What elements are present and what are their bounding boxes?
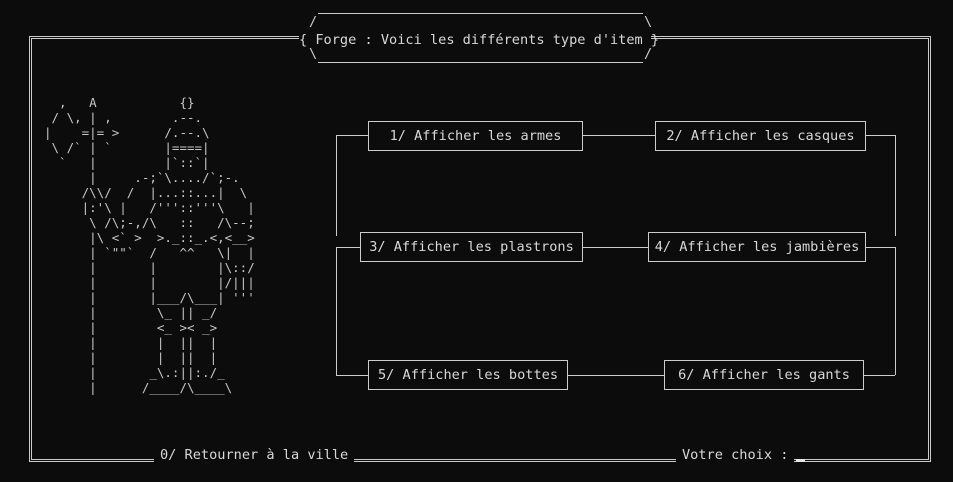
- connector: [336, 135, 368, 136]
- choice-prompt: Votre choix :: [676, 446, 795, 464]
- connector: [336, 135, 337, 236]
- connector: [583, 247, 648, 248]
- connector: [568, 375, 664, 376]
- connector: [864, 375, 895, 376]
- connector: [866, 247, 895, 248]
- title-slash-bottom-left: \: [309, 46, 318, 62]
- connector: [336, 375, 368, 376]
- page-title: { Forge : Voici les différents type d'it…: [299, 29, 659, 51]
- title-slash-bottom-right: /: [644, 46, 653, 62]
- menu-item-leggings[interactable]: 4/ Afficher les jambières: [648, 232, 866, 262]
- connector: [336, 247, 337, 375]
- connector: [895, 135, 896, 236]
- title-slash-top-right: \: [644, 14, 653, 30]
- title-bottom-rule: [318, 62, 643, 63]
- menu-item-boots[interactable]: 5/ Afficher les bottes: [368, 360, 568, 390]
- connector: [895, 247, 896, 375]
- text-cursor[interactable]: [796, 459, 805, 462]
- menu-item-gloves[interactable]: 6/ Afficher les gants: [664, 360, 864, 390]
- menu-item-chestplates[interactable]: 3/ Afficher les plastrons: [360, 232, 583, 262]
- title-top-rule: [318, 13, 643, 14]
- back-to-town-option[interactable]: 0/ Retourner à la ville: [154, 446, 355, 464]
- connector: [866, 135, 895, 136]
- menu-item-weapons[interactable]: 1/ Afficher les armes: [368, 121, 583, 151]
- knight-ascii-art: , A {} / \, | , .--. | =|= > /.--.\ \ /`…: [44, 95, 255, 395]
- connector: [583, 135, 655, 136]
- title-slash-top-left: /: [309, 14, 318, 30]
- menu-item-helmets[interactable]: 2/ Afficher les casques: [655, 121, 866, 151]
- connector: [336, 247, 360, 248]
